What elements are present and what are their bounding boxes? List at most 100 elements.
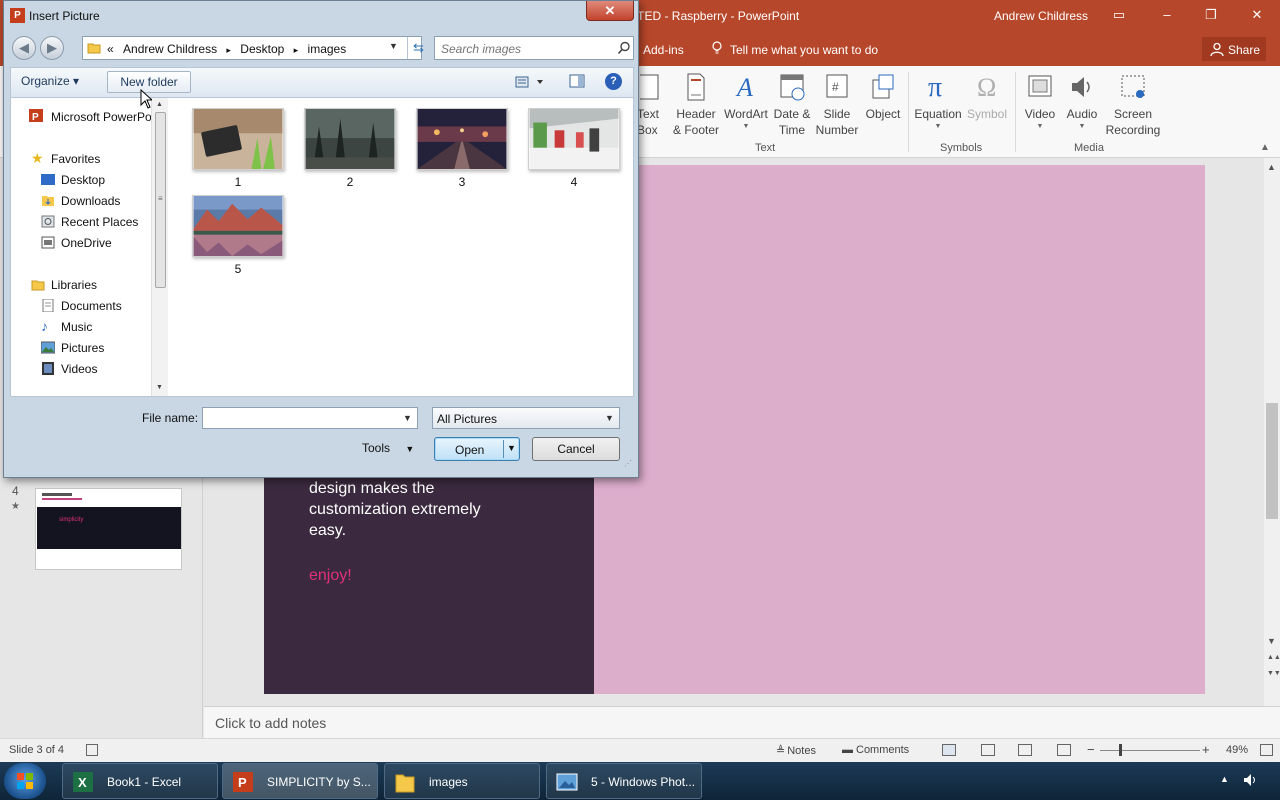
- file-item[interactable]: 4: [527, 108, 621, 189]
- nav-item-powerpoint[interactable]: P Microsoft PowerPo: [29, 109, 152, 124]
- breadcrumb-andrew-childress[interactable]: Andrew Childress: [123, 42, 217, 56]
- signed-in-user[interactable]: Andrew Childress: [994, 9, 1088, 23]
- notes-button[interactable]: ≜ Notes: [776, 744, 816, 757]
- scrollbar-thumb[interactable]: [1266, 403, 1278, 519]
- slide-sorter-icon[interactable]: [981, 744, 995, 756]
- tab-add-ins[interactable]: Add-ins: [643, 43, 684, 57]
- start-button[interactable]: [4, 763, 46, 799]
- file-name-field[interactable]: [205, 410, 395, 426]
- file-item[interactable]: 5: [191, 195, 285, 276]
- file-type-dropdown-icon[interactable]: ▼: [605, 413, 614, 423]
- breadcrumb-separator[interactable]: ▸: [226, 45, 231, 55]
- file-name-combobox[interactable]: ▼: [202, 407, 418, 429]
- file-name-dropdown-icon[interactable]: ▼: [403, 413, 412, 423]
- nav-item-documents[interactable]: Documents: [42, 299, 122, 313]
- equation-button[interactable]: π Equation ▼: [912, 72, 964, 132]
- slide-number-button[interactable]: # Slide Number: [814, 72, 860, 138]
- object-button[interactable]: Object: [862, 72, 904, 122]
- previous-slide-icon[interactable]: ▲▲: [1267, 654, 1280, 661]
- slide-enjoy-text[interactable]: enjoy!: [309, 567, 352, 585]
- slide-body-text[interactable]: design makes the customization extremely…: [309, 478, 569, 541]
- screen-recording-button[interactable]: Screen Recording: [1102, 72, 1164, 138]
- audio-dropdown-icon[interactable]: ▼: [1062, 122, 1102, 132]
- comments-button[interactable]: ▬ Comments: [842, 744, 909, 756]
- nav-item-music[interactable]: ♪ Music: [41, 318, 92, 334]
- nav-item-videos[interactable]: Videos: [42, 362, 97, 376]
- nav-item-favorites[interactable]: ★ Favorites: [31, 150, 100, 166]
- file-item[interactable]: 1: [191, 108, 285, 189]
- file-type-select[interactable]: All Pictures ▼: [432, 407, 620, 429]
- scrollbar-thumb[interactable]: ≡: [155, 112, 166, 288]
- dialog-titlebar[interactable]: P Insert Picture ✕: [4, 1, 638, 31]
- breadcrumb-images[interactable]: images: [308, 42, 347, 56]
- address-bar[interactable]: « Andrew Childress ▸ Desktop ▸ images ▼ …: [82, 36, 424, 60]
- zoom-in-icon[interactable]: +: [1202, 742, 1210, 757]
- tools-button[interactable]: Tools ▼: [362, 441, 414, 455]
- search-icon[interactable]: [617, 41, 631, 55]
- header-footer-button[interactable]: Header & Footer: [670, 72, 722, 138]
- navigation-pane-scrollbar[interactable]: ▲ ≡ ▼: [151, 98, 168, 396]
- breadcrumb-overflow[interactable]: «: [107, 42, 114, 56]
- video-dropdown-icon[interactable]: ▼: [1020, 122, 1060, 132]
- wordart-button[interactable]: A WordArt ▼: [722, 72, 770, 132]
- preview-pane-icon[interactable]: [569, 74, 585, 88]
- reading-view-icon[interactable]: [1018, 744, 1032, 756]
- scroll-up-icon[interactable]: ▲: [1267, 162, 1276, 172]
- collapse-ribbon-icon[interactable]: ▲: [1260, 142, 1270, 153]
- resize-grip-icon[interactable]: ⋰: [624, 459, 632, 468]
- nav-item-pictures[interactable]: Pictures: [41, 341, 104, 355]
- nav-item-downloads[interactable]: Downloads: [42, 194, 120, 208]
- equation-dropdown-icon[interactable]: ▼: [912, 122, 964, 132]
- breadcrumb-separator[interactable]: ▸: [294, 45, 299, 55]
- refresh-icon[interactable]: ⇆: [407, 37, 429, 59]
- show-hidden-icons-icon[interactable]: ▲: [1220, 774, 1229, 784]
- open-button[interactable]: Open ▼: [434, 437, 520, 461]
- cancel-button[interactable]: Cancel: [532, 437, 620, 461]
- address-dropdown-icon[interactable]: ▼: [389, 41, 398, 51]
- breadcrumb-desktop[interactable]: Desktop: [240, 42, 284, 56]
- date-time-button[interactable]: Date & Time: [770, 72, 814, 138]
- taskbar-item-photo-viewer[interactable]: 5 - Windows Phot...: [546, 763, 702, 799]
- next-slide-icon[interactable]: ▼▼: [1267, 670, 1280, 677]
- search-input[interactable]: [441, 41, 611, 56]
- forward-button[interactable]: ▶: [40, 36, 64, 60]
- wordart-dropdown-icon[interactable]: ▼: [722, 122, 770, 132]
- search-box[interactable]: [434, 36, 634, 60]
- video-button[interactable]: Video ▼: [1020, 72, 1060, 132]
- tell-me-search[interactable]: Tell me what you want to do: [730, 43, 878, 57]
- scroll-down-icon[interactable]: ▼: [1267, 636, 1276, 646]
- taskbar-item-explorer[interactable]: images: [384, 763, 540, 799]
- ribbon-display-options-icon[interactable]: ▭: [1112, 8, 1126, 22]
- minimize-icon[interactable]: –: [1160, 8, 1174, 22]
- organize-button[interactable]: Organize ▾: [21, 74, 79, 88]
- nav-item-onedrive[interactable]: OneDrive: [41, 236, 112, 250]
- audio-button[interactable]: Audio ▼: [1062, 72, 1102, 132]
- zoom-level[interactable]: 49%: [1226, 744, 1248, 756]
- file-item[interactable]: 2: [303, 108, 397, 189]
- nav-item-desktop[interactable]: Desktop: [41, 173, 105, 187]
- open-options-dropdown-icon[interactable]: ▼: [507, 443, 516, 453]
- close-icon[interactable]: ✕: [1250, 8, 1264, 22]
- taskbar-item-powerpoint[interactable]: P SIMPLICITY by S...: [222, 763, 378, 799]
- zoom-slider[interactable]: [1100, 750, 1200, 751]
- change-view-icon[interactable]: [515, 75, 545, 89]
- dialog-close-button[interactable]: ✕: [586, 1, 634, 21]
- spellcheck-icon[interactable]: [86, 744, 98, 756]
- share-button[interactable]: Share: [1202, 37, 1266, 61]
- slide-vertical-scrollbar[interactable]: ▲ ▼ ▲▲ ▼▼: [1264, 158, 1280, 706]
- scroll-down-icon[interactable]: ▼: [156, 384, 163, 391]
- help-icon[interactable]: ?: [605, 73, 622, 90]
- zoom-out-icon[interactable]: −: [1087, 742, 1095, 757]
- normal-view-icon[interactable]: [942, 744, 956, 756]
- taskbar-item-excel[interactable]: X Book1 - Excel: [62, 763, 218, 799]
- restore-icon[interactable]: ❐: [1204, 8, 1218, 22]
- slide-picture-placeholder[interactable]: [594, 165, 1205, 694]
- back-button[interactable]: ◀: [12, 36, 36, 60]
- notes-pane[interactable]: Click to add notes: [204, 706, 1280, 738]
- fit-to-window-icon[interactable]: [1260, 744, 1273, 756]
- zoom-slider-knob[interactable]: [1119, 744, 1122, 756]
- slideshow-icon[interactable]: [1057, 744, 1071, 756]
- notes-placeholder[interactable]: Click to add notes: [215, 715, 326, 731]
- nav-item-recent-places[interactable]: Recent Places: [41, 215, 138, 229]
- nav-item-libraries[interactable]: Libraries: [31, 278, 97, 292]
